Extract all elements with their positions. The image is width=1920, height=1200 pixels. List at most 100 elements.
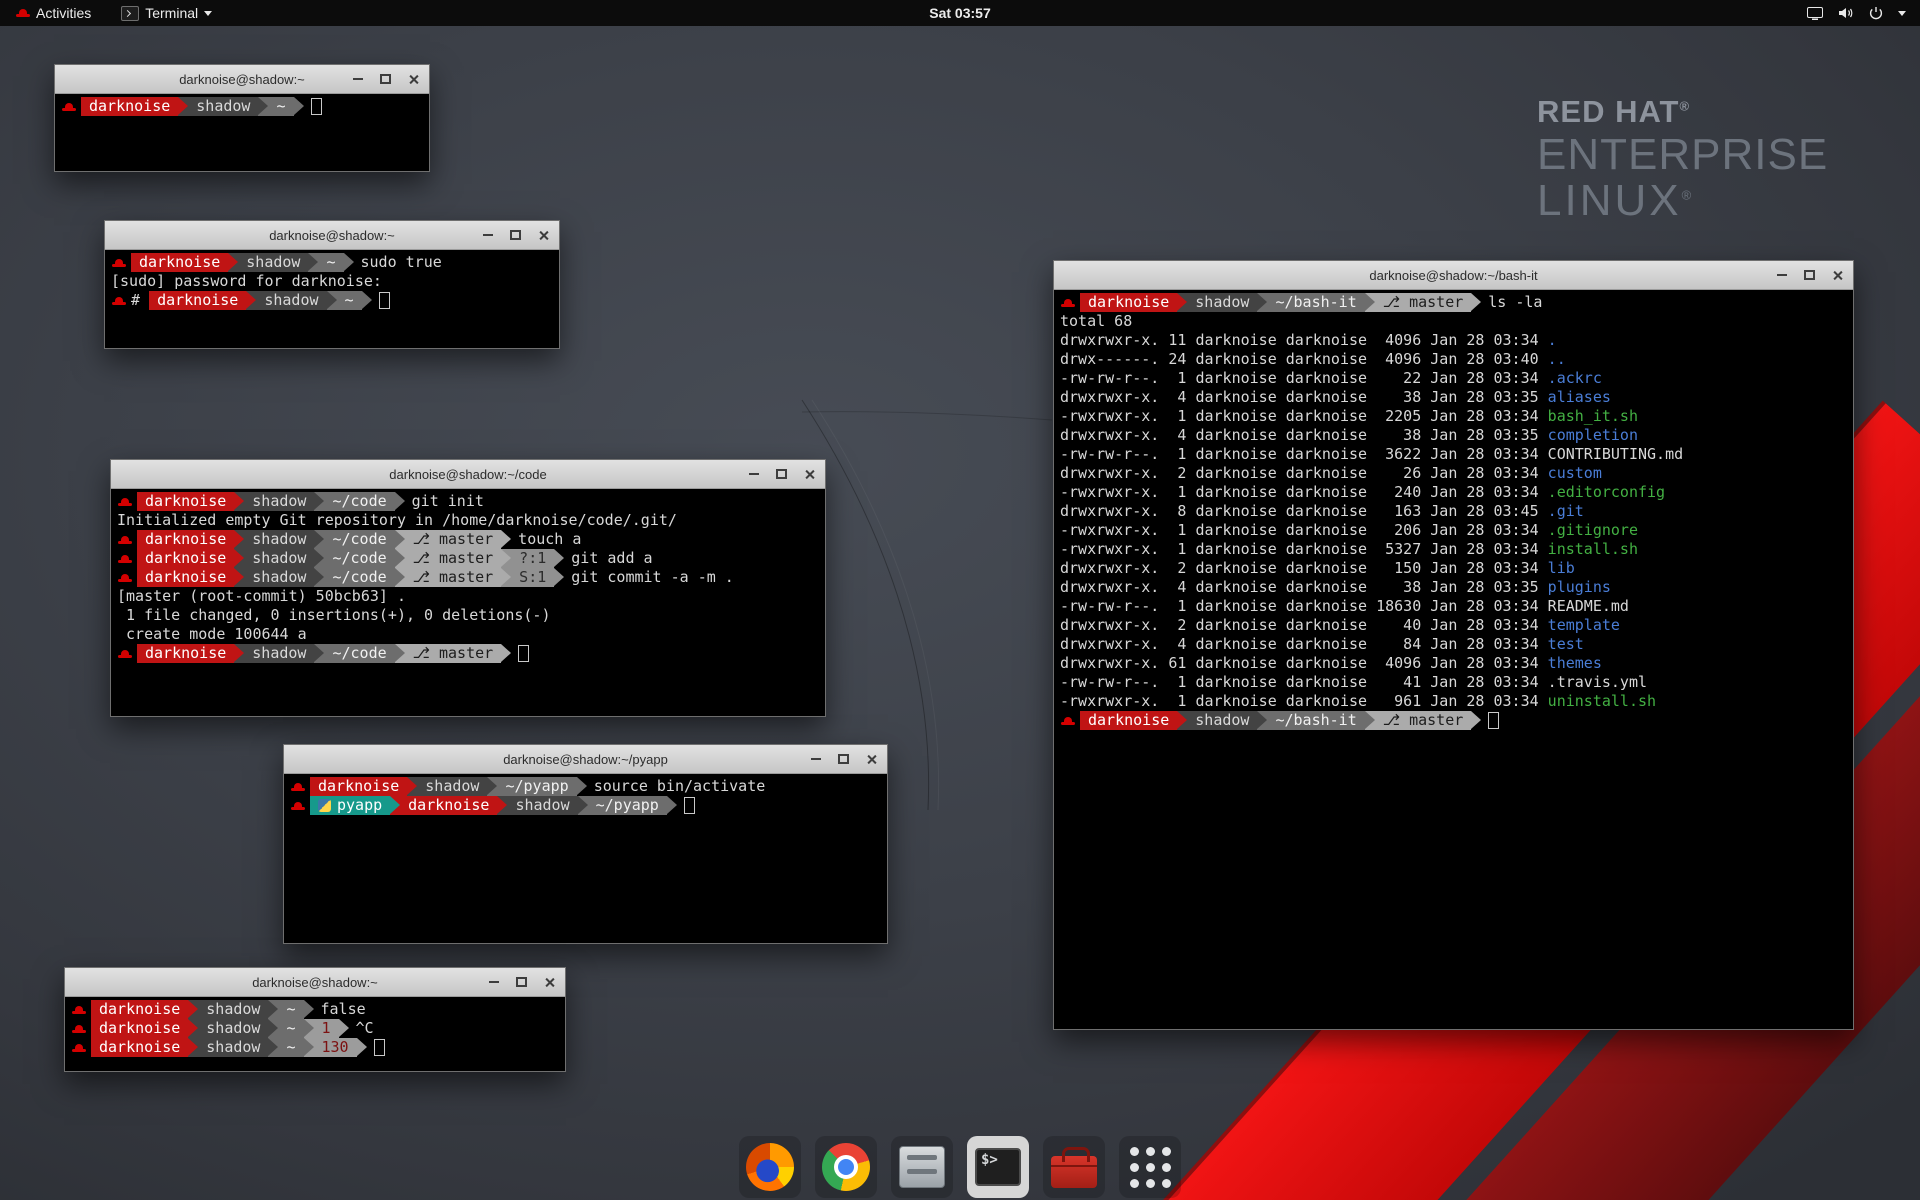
- terminal-line: darknoiseshadow~/code⎇ master?:1git add …: [117, 549, 819, 568]
- titlebar[interactable]: darknoise@shadow:~: [65, 968, 565, 997]
- chevron-down-icon: [1898, 11, 1906, 16]
- minimize-button[interactable]: [1773, 267, 1790, 284]
- powerline-separator-icon: [268, 1019, 278, 1038]
- minimize-button[interactable]: [485, 974, 502, 991]
- terminal-line: -rwxrwxr-x. 1 darknoise darknoise 240 Ja…: [1060, 483, 1847, 502]
- terminal-line: drwxrwxr-x. 4 darknoise darknoise 38 Jan…: [1060, 578, 1847, 597]
- prompt-segment-venv: pyapp: [310, 796, 390, 815]
- output-text: -rw-rw-r--. 1 darknoise darknoise 3622 J…: [1060, 445, 1548, 464]
- powerline-separator-icon: [390, 796, 400, 815]
- minimize-button[interactable]: [479, 227, 496, 244]
- powerline-separator-icon: [228, 253, 238, 272]
- command-text: source bin/activate: [587, 777, 766, 796]
- maximize-button[interactable]: [377, 71, 394, 88]
- powerline-separator-icon: [188, 1019, 198, 1038]
- system-status-area[interactable]: [1793, 0, 1920, 26]
- titlebar[interactable]: darknoise@shadow:~/pyapp: [284, 745, 887, 774]
- terminal-line: pyappdarknoiseshadow~/pyapp: [290, 796, 881, 815]
- close-button[interactable]: [1829, 267, 1846, 284]
- command-text: ^C: [349, 1019, 374, 1038]
- prompt-segment-host: shadow: [1187, 711, 1257, 730]
- close-button[interactable]: [541, 974, 558, 991]
- powerline-separator-icon: [314, 530, 324, 549]
- terminal-content[interactable]: darknoiseshadow~/codegit initInitialized…: [111, 489, 825, 716]
- terminal-content[interactable]: darknoiseshadow~/bash-it⎇ masterls -lato…: [1054, 290, 1853, 1029]
- minimize-icon: [811, 758, 821, 760]
- dock-item-files[interactable]: [891, 1136, 953, 1198]
- titlebar[interactable]: darknoise@shadow:~: [55, 65, 429, 94]
- dock-item-terminal[interactable]: $>: [967, 1136, 1029, 1198]
- activities-button[interactable]: Activities: [10, 0, 97, 26]
- terminal-content[interactable]: darknoiseshadow~/pyappsource bin/activat…: [284, 774, 887, 943]
- toolbox-icon: [1051, 1156, 1097, 1188]
- terminal-line: [sudo] password for darknoise:: [111, 272, 553, 291]
- terminal-cursor: [311, 98, 322, 115]
- prompt-segment-path: ~/code: [324, 549, 394, 568]
- output-text: drwxrwxr-x. 2 darknoise darknoise 26 Jan…: [1060, 464, 1548, 483]
- prompt-segment-path: ~: [278, 1038, 303, 1057]
- output-text: themes: [1548, 654, 1602, 673]
- terminal-window-2: darknoise@shadow:~ darknoiseshadow~sudo …: [104, 220, 560, 349]
- close-button[interactable]: [801, 466, 818, 483]
- window-title: darknoise@shadow:~: [252, 975, 378, 990]
- titlebar[interactable]: darknoise@shadow:~: [105, 221, 559, 250]
- maximize-button[interactable]: [1801, 267, 1818, 284]
- minimize-icon: [1777, 274, 1787, 276]
- minimize-button[interactable]: [807, 751, 824, 768]
- minimize-button[interactable]: [349, 71, 366, 88]
- titlebar[interactable]: darknoise@shadow:~/code: [111, 460, 825, 489]
- output-text: .: [1548, 331, 1557, 350]
- terminal-line: drwxrwxr-x. 4 darknoise darknoise 84 Jan…: [1060, 635, 1847, 654]
- dock-item-chrome[interactable]: [815, 1136, 877, 1198]
- redhat-logo-icon: [16, 7, 30, 19]
- maximize-button[interactable]: [513, 974, 530, 991]
- dock: $>: [739, 1136, 1181, 1198]
- output-text: -rw-rw-r--. 1 darknoise darknoise 18630 …: [1060, 597, 1548, 616]
- close-button[interactable]: [535, 227, 552, 244]
- prompt-segment-git: ⎇ master: [405, 549, 502, 568]
- powerline-separator-icon: [395, 549, 405, 568]
- minimize-button[interactable]: [745, 466, 762, 483]
- close-button[interactable]: [863, 751, 880, 768]
- maximize-icon: [380, 74, 391, 84]
- close-button[interactable]: [405, 71, 422, 88]
- output-text: drwxrwxr-x. 61 darknoise darknoise 4096 …: [1060, 654, 1548, 673]
- output-text: 1 file changed, 0 insertions(+), 0 delet…: [117, 606, 550, 625]
- terminal-content[interactable]: darknoiseshadow~: [55, 94, 429, 171]
- prompt-segment-user: darknoise: [91, 1038, 188, 1057]
- prompt-segment-path: ~: [318, 253, 343, 272]
- terminal-content[interactable]: darknoiseshadow~sudo true[sudo] password…: [105, 250, 559, 348]
- terminal-dock-icon: $>: [975, 1148, 1021, 1186]
- maximize-button[interactable]: [773, 466, 790, 483]
- output-text: uninstall.sh: [1548, 692, 1656, 711]
- maximize-button[interactable]: [835, 751, 852, 768]
- dock-item-app-grid[interactable]: [1119, 1136, 1181, 1198]
- output-text: README.md: [1548, 597, 1629, 616]
- redhat-prompt-icon: [118, 572, 132, 584]
- prompt-segment-user: darknoise: [1080, 293, 1177, 312]
- output-text: template: [1548, 616, 1620, 635]
- prompt-segment-host: shadow: [256, 291, 326, 310]
- desktop: { "topbar": { "activities_label": "Activ…: [0, 0, 1920, 1200]
- output-text: -rwxrwxr-x. 1 darknoise darknoise 961 Ja…: [1060, 692, 1548, 711]
- terminal-window-code: darknoise@shadow:~/code darknoiseshadow~…: [110, 459, 826, 717]
- clock[interactable]: Sat 03:57: [929, 0, 990, 26]
- titlebar[interactable]: darknoise@shadow:~/bash-it: [1054, 261, 1853, 290]
- powerline-separator-icon: [308, 253, 318, 272]
- powerline-separator-icon: [327, 291, 337, 310]
- terminal-line: drwxrwxr-x. 61 darknoise darknoise 4096 …: [1060, 654, 1847, 673]
- prompt-segment-user: darknoise: [310, 777, 407, 796]
- terminal-window-exit-codes: darknoise@shadow:~ darknoiseshadow~false…: [64, 967, 566, 1072]
- app-menu-terminal[interactable]: Terminal: [115, 0, 218, 26]
- command-text: sudo true: [354, 253, 442, 272]
- dock-item-toolbox[interactable]: [1043, 1136, 1105, 1198]
- terminal-line: darknoiseshadow~: [61, 97, 423, 116]
- powerline-separator-icon: [314, 644, 324, 663]
- terminal-content[interactable]: darknoiseshadow~falsedarknoiseshadow~1^C…: [65, 997, 565, 1071]
- dock-item-firefox[interactable]: [739, 1136, 801, 1198]
- maximize-button[interactable]: [507, 227, 524, 244]
- terminal-line: -rwxrwxr-x. 1 darknoise darknoise 2205 J…: [1060, 407, 1847, 426]
- terminal-cursor: [684, 797, 695, 814]
- python-icon: [318, 799, 331, 812]
- powerline-separator-icon: [501, 530, 511, 549]
